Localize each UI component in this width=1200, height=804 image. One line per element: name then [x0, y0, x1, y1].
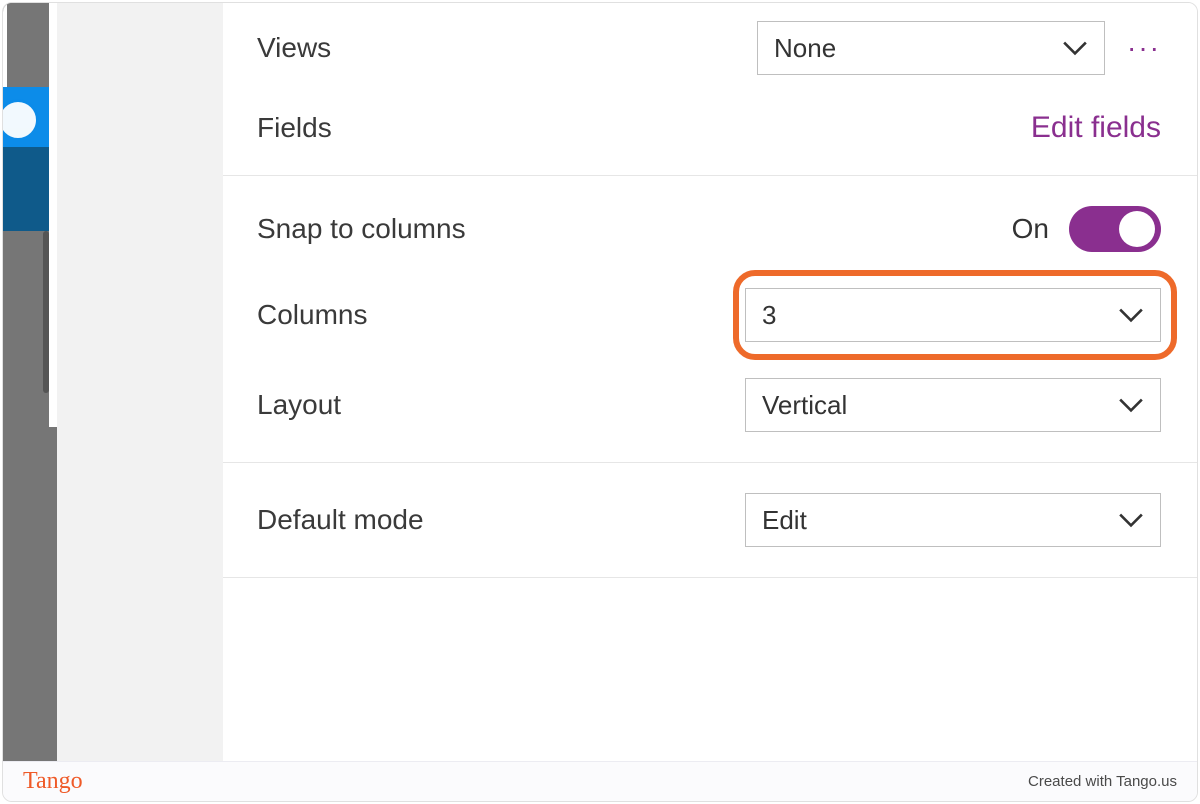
views-dropdown[interactable]: None — [757, 21, 1105, 75]
chevron-down-icon — [1118, 396, 1144, 414]
toggle-knob — [1119, 211, 1155, 247]
default-mode-value: Edit — [762, 505, 807, 536]
row-layout: Layout Vertical — [223, 360, 1197, 450]
section-divider — [223, 175, 1197, 176]
nav-item[interactable] — [3, 147, 49, 231]
section-divider — [223, 577, 1197, 578]
default-mode-dropdown[interactable]: Edit — [745, 493, 1161, 547]
row-fields: Fields Edit fields — [223, 93, 1197, 163]
columns-dropdown[interactable]: 3 — [745, 288, 1161, 342]
row-default-mode: Default mode Edit — [223, 475, 1197, 565]
layout-dropdown[interactable]: Vertical — [745, 378, 1161, 432]
views-label: Views — [257, 32, 331, 64]
panel-gutter — [57, 3, 223, 761]
chevron-down-icon — [1118, 511, 1144, 529]
section-divider — [223, 462, 1197, 463]
footer-credit: Created with Tango.us — [1028, 773, 1177, 790]
row-columns: Columns 3 — [223, 270, 1197, 360]
row-snap: Snap to columns On — [223, 188, 1197, 270]
views-value: None — [774, 33, 836, 64]
views-controls: None ··· — [757, 21, 1161, 75]
chevron-down-icon — [1062, 39, 1088, 57]
tango-logo: Tango — [23, 768, 83, 795]
row-views: Views None ··· — [223, 3, 1197, 93]
snap-state: On — [1012, 213, 1049, 245]
default-mode-label: Default mode — [257, 504, 424, 536]
app-frame: Views None ··· Fields Edit fields Snap t… — [2, 2, 1198, 802]
edit-fields-link[interactable]: Edit fields — [1031, 111, 1161, 145]
fields-label: Fields — [257, 112, 332, 144]
properties-panel: Views None ··· Fields Edit fields Snap t… — [223, 3, 1197, 761]
footer: Tango Created with Tango.us — [3, 761, 1197, 801]
snap-toggle[interactable] — [1069, 206, 1161, 252]
columns-highlight: 3 — [713, 288, 1161, 342]
layout-label: Layout — [257, 389, 341, 421]
chevron-down-icon — [1118, 306, 1144, 324]
columns-label: Columns — [257, 299, 367, 331]
snap-label: Snap to columns — [257, 213, 466, 245]
rail-edge — [49, 3, 57, 427]
layout-value: Vertical — [762, 390, 847, 421]
more-options-icon[interactable]: ··· — [1127, 32, 1161, 64]
left-nav-rail — [3, 3, 57, 761]
columns-value: 3 — [762, 300, 776, 331]
snap-controls: On — [1012, 206, 1161, 252]
